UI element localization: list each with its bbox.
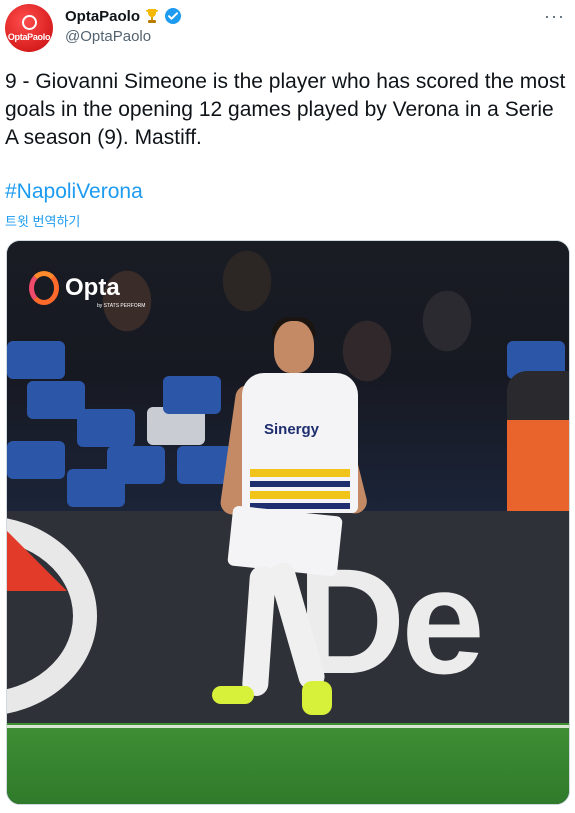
trophy-icon xyxy=(143,7,161,25)
player-head xyxy=(274,321,314,373)
verified-badge-icon xyxy=(164,7,182,25)
player-boot-right xyxy=(302,681,332,715)
steward-figure xyxy=(507,371,569,511)
more-icon[interactable]: ··· xyxy=(544,6,565,27)
tweet-photo[interactable]: De Opta by STATS PERFORM Sinergy xyxy=(6,240,570,805)
translate-tweet-link[interactable]: 트윗 번역하기 xyxy=(5,211,80,230)
shirt-stripe xyxy=(250,469,350,477)
shirt-stripe xyxy=(250,491,350,499)
pitch-line xyxy=(7,725,569,728)
opta-logo: Opta xyxy=(29,271,120,305)
stadium-seat xyxy=(77,409,135,447)
player-boot-left xyxy=(212,686,254,704)
user-handle[interactable]: @OptaPaolo xyxy=(65,28,151,45)
player-leg-right xyxy=(266,559,328,693)
avatar-logo-text: OptaPaolo xyxy=(7,31,51,42)
avatar[interactable]: OptaPaolo xyxy=(5,4,53,52)
stadium-seat xyxy=(107,446,165,484)
opta-sub-text: by STATS PERFORM xyxy=(97,303,146,309)
opta-ring-icon xyxy=(21,14,37,30)
stadium-seat xyxy=(7,341,65,379)
display-name-row[interactable]: OptaPaolo xyxy=(65,7,182,25)
player-figure: Sinergy xyxy=(202,317,372,721)
shirt-sponsor: Sinergy xyxy=(264,421,320,438)
display-name[interactable]: OptaPaolo xyxy=(65,8,140,25)
opta-logo-text: Opta xyxy=(65,274,120,301)
tweet-text: 9 - Giovanni Simeone is the player who h… xyxy=(5,70,572,149)
opta-mark-icon xyxy=(29,271,59,305)
hashtag-link[interactable]: #NapoliVerona xyxy=(5,180,143,204)
stadium-seat xyxy=(7,441,65,479)
shirt-stripe xyxy=(250,481,350,487)
pitch xyxy=(7,723,569,804)
